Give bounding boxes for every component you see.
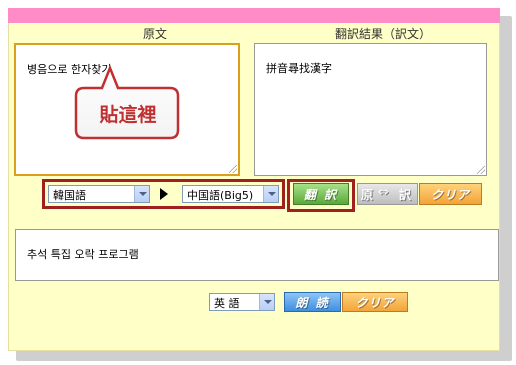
clear-lower-button[interactable]: クリア: [342, 292, 408, 312]
swap-arrows-icon: ⇔: [378, 185, 389, 200]
swap-right-label: 訳: [399, 188, 412, 202]
translate-button[interactable]: 翻 訳: [293, 183, 349, 205]
swap-left-label: 原: [361, 188, 374, 202]
from-language-value: 韓国語: [53, 189, 86, 202]
header-bar: [8, 8, 500, 23]
callout-shape: [74, 64, 180, 140]
result-textarea[interactable]: 拼音尋找漢字: [254, 43, 487, 176]
resize-grip-icon[interactable]: [477, 166, 485, 174]
clear-button[interactable]: クリア: [419, 183, 482, 205]
lower-textarea[interactable]: 추석 특집 오락 프로그램: [15, 229, 499, 281]
chevron-down-icon: [263, 186, 278, 202]
arrow-right-icon: [160, 188, 168, 200]
to-language-select[interactable]: 中国語(Big5): [182, 185, 279, 203]
to-language-value: 中国語(Big5): [187, 189, 254, 202]
result-text: 拼音尋找漢字: [266, 62, 332, 75]
result-label: 翻訳結果（訳文）: [335, 27, 432, 41]
lower-text: 추석 특집 오락 프로그램: [27, 248, 139, 261]
voice-language-select[interactable]: 英 語: [209, 293, 275, 311]
swap-button[interactable]: 原 ⇔ 訳: [357, 183, 418, 205]
callout-text: 貼這裡: [99, 103, 156, 126]
read-aloud-button[interactable]: 朗 読: [284, 292, 341, 312]
resize-grip-icon[interactable]: [229, 165, 237, 173]
source-label: 原文: [143, 27, 168, 41]
callout-bubble: 貼這裡: [74, 64, 180, 140]
chevron-down-icon: [259, 294, 274, 310]
chevron-down-icon: [134, 186, 149, 202]
voice-language-value: 英 語: [214, 297, 240, 310]
from-language-select[interactable]: 韓国語: [48, 185, 150, 203]
